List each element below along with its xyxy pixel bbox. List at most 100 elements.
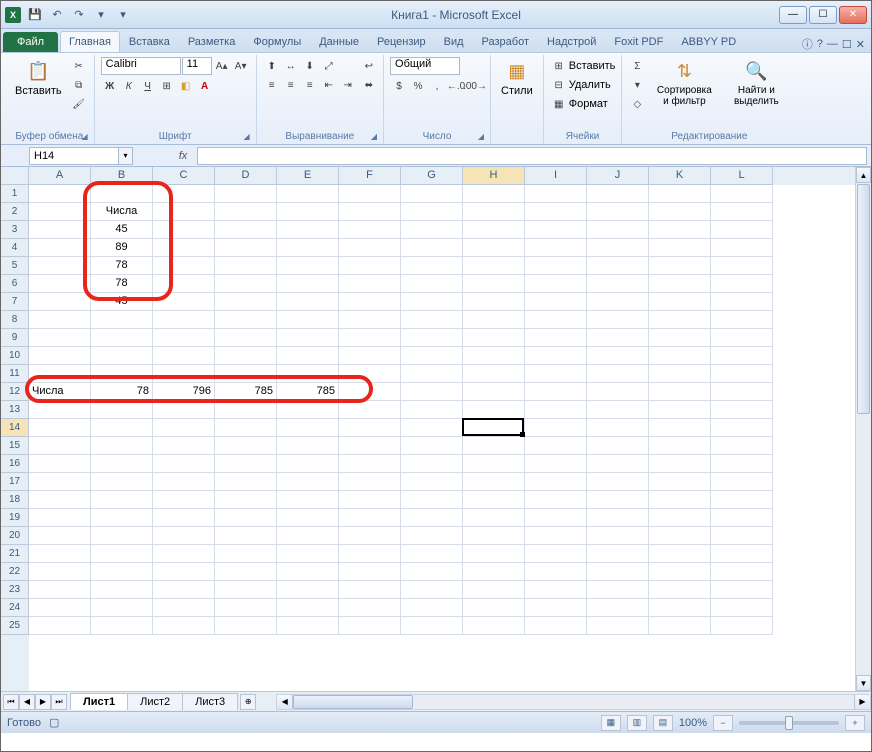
- cell-L21[interactable]: [711, 545, 773, 563]
- undo-button[interactable]: ↶: [47, 5, 67, 25]
- orientation-button[interactable]: ⤢: [320, 57, 338, 75]
- underline-button[interactable]: Ч: [139, 77, 157, 95]
- cell-J2[interactable]: [587, 203, 649, 221]
- cell-J19[interactable]: [587, 509, 649, 527]
- row-header-9[interactable]: 9: [1, 329, 29, 347]
- cell-E20[interactable]: [277, 527, 339, 545]
- cell-L3[interactable]: [711, 221, 773, 239]
- cell-G18[interactable]: [401, 491, 463, 509]
- col-header-A[interactable]: A: [29, 167, 91, 185]
- name-box[interactable]: H14: [29, 147, 119, 165]
- shrink-font-button[interactable]: A▾: [232, 57, 250, 75]
- mdi-restore[interactable]: ☐: [842, 38, 852, 51]
- row-header-14[interactable]: 14: [1, 419, 29, 437]
- cell-B22[interactable]: [91, 563, 153, 581]
- cell-I19[interactable]: [525, 509, 587, 527]
- cell-F3[interactable]: [339, 221, 401, 239]
- cell-C18[interactable]: [153, 491, 215, 509]
- tab-abbyy pd[interactable]: ABBYY PD: [672, 31, 745, 52]
- row-header-18[interactable]: 18: [1, 491, 29, 509]
- cell-L14[interactable]: [711, 419, 773, 437]
- cell-L5[interactable]: [711, 257, 773, 275]
- cell-K16[interactable]: [649, 455, 711, 473]
- align-bottom-button[interactable]: ⬇: [301, 57, 319, 75]
- cell-I4[interactable]: [525, 239, 587, 257]
- cell-H9[interactable]: [463, 329, 525, 347]
- cell-B21[interactable]: [91, 545, 153, 563]
- cell-B8[interactable]: [91, 311, 153, 329]
- cell-K7[interactable]: [649, 293, 711, 311]
- cell-E12[interactable]: 785: [277, 383, 339, 401]
- cell-L13[interactable]: [711, 401, 773, 419]
- cell-D7[interactable]: [215, 293, 277, 311]
- cell-A2[interactable]: [29, 203, 91, 221]
- help-button[interactable]: ⓘ: [802, 36, 813, 52]
- cell-I3[interactable]: [525, 221, 587, 239]
- cell-K4[interactable]: [649, 239, 711, 257]
- row-header-8[interactable]: 8: [1, 311, 29, 329]
- col-header-G[interactable]: G: [401, 167, 463, 185]
- zoom-out-button[interactable]: −: [713, 715, 733, 731]
- cell-G5[interactable]: [401, 257, 463, 275]
- cell-G22[interactable]: [401, 563, 463, 581]
- cell-I11[interactable]: [525, 365, 587, 383]
- cell-H5[interactable]: [463, 257, 525, 275]
- cell-F4[interactable]: [339, 239, 401, 257]
- cell-H24[interactable]: [463, 599, 525, 617]
- cell-E9[interactable]: [277, 329, 339, 347]
- cell-I2[interactable]: [525, 203, 587, 221]
- cell-F17[interactable]: [339, 473, 401, 491]
- cell-D14[interactable]: [215, 419, 277, 437]
- cell-G14[interactable]: [401, 419, 463, 437]
- select-all-corner[interactable]: [1, 167, 29, 185]
- cell-A15[interactable]: [29, 437, 91, 455]
- cell-L18[interactable]: [711, 491, 773, 509]
- cell-C4[interactable]: [153, 239, 215, 257]
- zoom-level[interactable]: 100%: [679, 717, 707, 729]
- cell-A5[interactable]: [29, 257, 91, 275]
- cell-B7[interactable]: 45: [91, 293, 153, 311]
- cell-H11[interactable]: [463, 365, 525, 383]
- cell-D2[interactable]: [215, 203, 277, 221]
- cell-K8[interactable]: [649, 311, 711, 329]
- cell-B17[interactable]: [91, 473, 153, 491]
- cell-G12[interactable]: [401, 383, 463, 401]
- cell-C2[interactable]: [153, 203, 215, 221]
- cell-H12[interactable]: [463, 383, 525, 401]
- cell-H13[interactable]: [463, 401, 525, 419]
- view-layout-button[interactable]: ▥: [627, 715, 647, 731]
- cell-K9[interactable]: [649, 329, 711, 347]
- cell-L24[interactable]: [711, 599, 773, 617]
- col-header-B[interactable]: B: [91, 167, 153, 185]
- cell-E23[interactable]: [277, 581, 339, 599]
- cell-D22[interactable]: [215, 563, 277, 581]
- decrease-decimal-button[interactable]: .00→: [466, 77, 484, 95]
- delete-cells-button[interactable]: ⊟Удалить: [550, 76, 611, 94]
- zoom-slider[interactable]: [739, 721, 839, 725]
- cell-D5[interactable]: [215, 257, 277, 275]
- macro-record-icon[interactable]: ▢: [49, 716, 59, 729]
- row-header-23[interactable]: 23: [1, 581, 29, 599]
- cell-F21[interactable]: [339, 545, 401, 563]
- cell-C11[interactable]: [153, 365, 215, 383]
- cell-K14[interactable]: [649, 419, 711, 437]
- qat-customize-1[interactable]: ▾: [91, 5, 111, 25]
- cell-G17[interactable]: [401, 473, 463, 491]
- col-header-J[interactable]: J: [587, 167, 649, 185]
- align-center-button[interactable]: ≡: [282, 76, 300, 94]
- save-button[interactable]: 💾: [25, 5, 45, 25]
- merge-button[interactable]: ⬌: [361, 76, 377, 94]
- cell-D12[interactable]: 785: [215, 383, 277, 401]
- redo-button[interactable]: ↷: [69, 5, 89, 25]
- cell-H15[interactable]: [463, 437, 525, 455]
- insert-function-button[interactable]: fx: [173, 150, 193, 162]
- cell-J21[interactable]: [587, 545, 649, 563]
- row-header-10[interactable]: 10: [1, 347, 29, 365]
- cell-G19[interactable]: [401, 509, 463, 527]
- cell-F8[interactable]: [339, 311, 401, 329]
- cell-L12[interactable]: [711, 383, 773, 401]
- cell-B1[interactable]: [91, 185, 153, 203]
- cell-J5[interactable]: [587, 257, 649, 275]
- cell-H17[interactable]: [463, 473, 525, 491]
- cell-E1[interactable]: [277, 185, 339, 203]
